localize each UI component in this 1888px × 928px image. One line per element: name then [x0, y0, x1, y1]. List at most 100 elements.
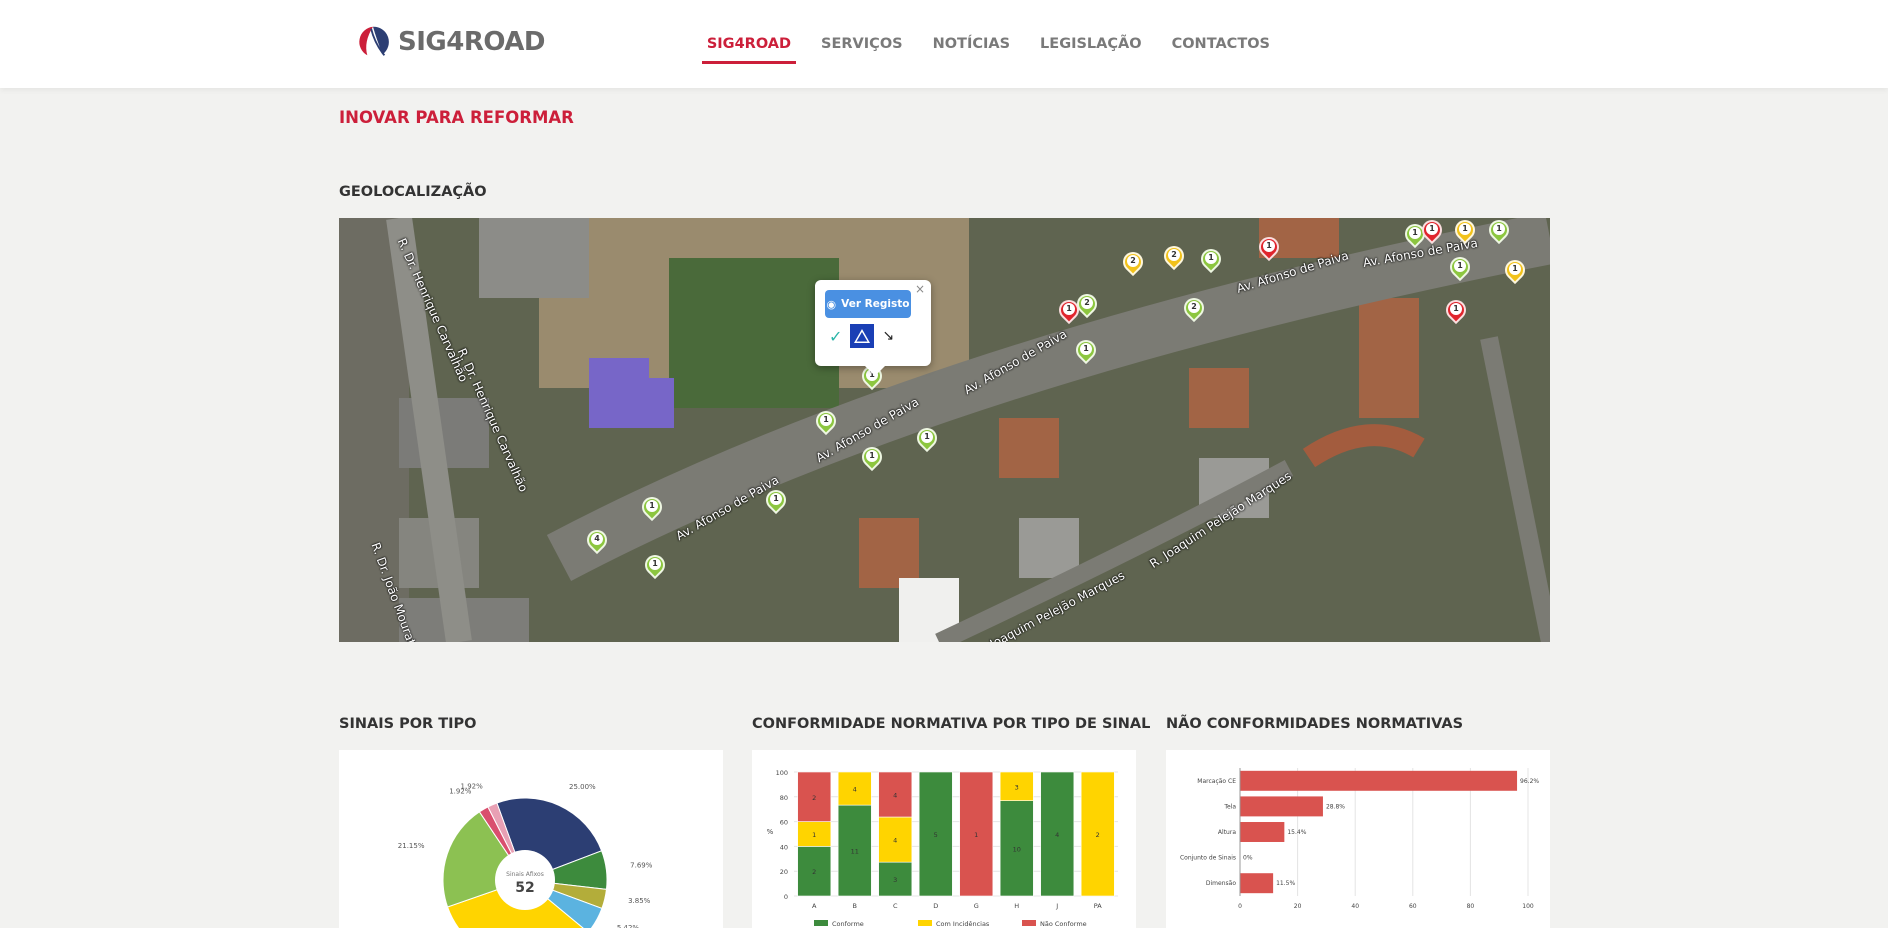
hbar: [1240, 822, 1285, 842]
pie-slice-label: 7.69%: [630, 862, 653, 870]
x-tick-label: 60: [1409, 903, 1417, 910]
legend-label: Conforme: [832, 920, 864, 928]
x-tick-label: 40: [1351, 903, 1359, 910]
y-tick-label: Altura: [1218, 829, 1236, 836]
pie-slice-label: 5.42%: [617, 924, 640, 928]
legend-swatch: [918, 920, 932, 926]
geo-title: GEOLOCALIZAÇÃO: [339, 184, 487, 200]
marker-count: 1: [1263, 240, 1275, 252]
map-marker[interactable]: 1: [1441, 295, 1471, 326]
x-tick-label: D: [933, 902, 938, 910]
map-marker[interactable]: 1: [1254, 232, 1284, 263]
ver-registo-label: Ver Registo: [841, 298, 910, 310]
map-marker[interactable]: 2: [1159, 241, 1189, 272]
main-nav: SIG4ROAD SERVIÇOS NOTÍCIAS LEGISLAÇÃO CO…: [677, 0, 1270, 88]
y-tick-label: Dimensão: [1206, 880, 1236, 887]
legend-label: Com Incidências: [936, 920, 990, 928]
legend-label: Não Conforme: [1040, 920, 1087, 928]
x-tick-label: H: [1014, 902, 1019, 910]
map-marker[interactable]: 2: [1118, 247, 1148, 278]
nav-noticias[interactable]: NOTÍCIAS: [933, 0, 1010, 88]
map-marker[interactable]: 1: [811, 406, 841, 437]
hbar: [1240, 796, 1323, 817]
bar-value-label: 0%: [1243, 855, 1253, 862]
bar-value-label: 2: [812, 868, 816, 876]
map-marker[interactable]: 2: [1179, 293, 1209, 324]
marker-count: 2: [1127, 255, 1139, 267]
marker-popup: × ◉ Ver Registo ✓ ↘: [815, 280, 931, 376]
x-tick-label: 80: [1467, 903, 1475, 910]
bar-value-label: 1: [974, 831, 978, 839]
bar-value-label: 28.8%: [1326, 803, 1345, 810]
marker-count: 1: [921, 431, 933, 443]
eye-icon: ◉: [826, 297, 837, 311]
map-marker[interactable]: 1: [640, 550, 670, 581]
close-icon[interactable]: ×: [915, 282, 925, 296]
pie-slice-label: 1.92%: [461, 782, 484, 790]
y-tick-label: Conjunto de Sinais: [1180, 855, 1236, 862]
bar-value-label: 11.5%: [1276, 880, 1295, 887]
nav-sig4road[interactable]: SIG4ROAD: [701, 0, 797, 88]
map-view[interactable]: R. Dr. Henrique Carvalhão R. Dr. Henriqu…: [339, 218, 1550, 642]
chart-card-stacked: 0 20 40 60 80 100% 2 1 2 A 11 4 B 3 4 4 C 5 D 1 G 10 3 H 4 J 2 PA Co…: [752, 750, 1136, 928]
x-tick-label: G: [974, 902, 979, 910]
map-marker[interactable]: 2: [1072, 289, 1102, 320]
ver-registo-button[interactable]: ◉ Ver Registo: [825, 290, 911, 318]
x-tick-label: 20: [1294, 903, 1302, 910]
x-tick-label: A: [812, 902, 817, 910]
marker-count: 1: [1205, 252, 1217, 264]
y-tick-label: 20: [780, 868, 788, 876]
chart1-title: SINAIS POR TIPO: [339, 716, 477, 732]
map-marker[interactable]: 1: [761, 485, 791, 516]
bar-value-label: 5: [934, 831, 938, 839]
legend-swatch: [814, 920, 828, 926]
map-marker[interactable]: 1: [1417, 218, 1447, 246]
pie-slice-label: 25.00%: [569, 783, 596, 791]
nav-legislacao[interactable]: LEGISLAÇÃO: [1040, 0, 1142, 88]
map-marker[interactable]: 1: [1500, 255, 1530, 286]
nav-contactos[interactable]: CONTACTOS: [1172, 0, 1270, 88]
pie-slice-label: 3.85%: [628, 897, 651, 905]
marker-count: 1: [820, 414, 832, 426]
marker-count: 1: [1409, 227, 1421, 239]
map-marker[interactable]: 1: [1484, 218, 1514, 246]
map-marker[interactable]: 1: [1071, 335, 1101, 366]
nav-servicos[interactable]: SERVIÇOS: [821, 0, 903, 88]
marker-count: 2: [1188, 301, 1200, 313]
bar-value-label: 4: [893, 837, 897, 845]
tagline: INOVAR PARA REFORMAR: [339, 108, 574, 127]
popup-icons: ✓ ↘: [829, 324, 894, 348]
site-header: SIG4ROAD SIG4ROAD SERVIÇOS NOTÍCIAS LEGI…: [0, 0, 1888, 88]
pie-center-label: Sinais Afixos: [506, 871, 544, 878]
y-tick-label: Tela: [1223, 803, 1236, 810]
stacked-bar-chart: 0 20 40 60 80 100% 2 1 2 A 11 4 B 3 4 4 C 5 D 1 G 10 3 H 4 J 2 PA Co…: [767, 769, 1118, 928]
marker-count: 1: [1426, 223, 1438, 235]
map-marker[interactable]: 1: [912, 423, 942, 454]
bar-value-label: 4: [853, 786, 857, 794]
map-marker[interactable]: 1: [637, 492, 667, 523]
logo-icon: [359, 26, 389, 56]
pie-center-value: 52: [515, 880, 534, 896]
x-tick-label: 0: [1238, 903, 1242, 910]
map-marker[interactable]: 1: [1450, 218, 1480, 246]
arrow-icon: ↘: [882, 328, 895, 344]
map-marker[interactable]: 4: [582, 525, 612, 556]
y-tick-label: 100: [776, 769, 788, 777]
bar-value-label: 4: [893, 792, 897, 800]
y-axis-label: %: [767, 828, 774, 836]
y-tick-label: 80: [780, 794, 788, 802]
x-tick-label: 100: [1522, 903, 1534, 910]
chart3-title: NÃO CONFORMIDADES NORMATIVAS: [1166, 716, 1464, 732]
map-marker[interactable]: 1: [1196, 244, 1226, 275]
bar-value-label: 10: [1013, 845, 1021, 853]
x-tick-label: B: [853, 902, 857, 910]
marker-count: 1: [1454, 260, 1466, 272]
pie-chart: 25.00%7.69%3.85%5.42%21.15%1.92%1.92%Sin…: [398, 782, 653, 928]
bar-value-label: 2: [1096, 831, 1100, 839]
marker-count: 1: [649, 558, 661, 570]
map-marker[interactable]: 1: [857, 442, 887, 473]
marker-count: 1: [1509, 263, 1521, 275]
x-tick-label: PA: [1094, 902, 1103, 910]
map-marker[interactable]: 1: [1445, 252, 1475, 283]
site-logo[interactable]: SIG4ROAD: [354, 22, 545, 62]
